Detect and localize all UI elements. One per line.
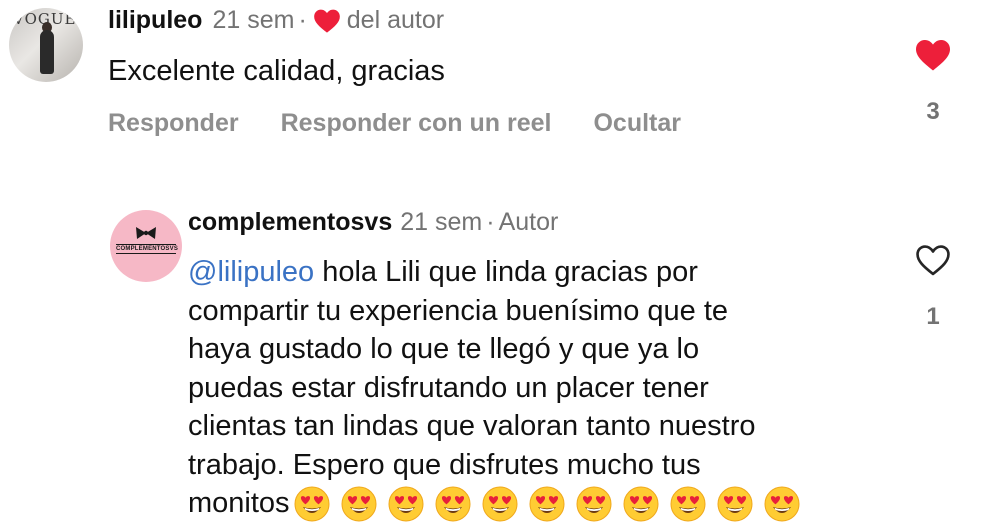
reply-line: @lilipuleo hola Lili que linda gracias p…	[188, 256, 698, 288]
author-badge: Autor	[498, 208, 559, 236]
reply-line: monitos	[188, 484, 811, 523]
reply-button[interactable]: Responder	[108, 109, 239, 138]
heart-eyes-emoji	[341, 486, 377, 522]
comment-text: Excelente calidad, gracias	[108, 55, 445, 87]
comment-header: lilipuleo 21 sem · del autor	[108, 6, 444, 35]
comment-time: 21 sem	[400, 208, 483, 236]
username[interactable]: complementosvs	[188, 208, 392, 237]
author-like-label: del autor	[346, 6, 445, 34]
avatar-lilipuleo[interactable]: VOGUE	[9, 8, 83, 82]
heart-eyes-emoji	[764, 486, 800, 522]
avatar-logo-text: COMPLEMENTOSVS	[116, 244, 179, 254]
emoji-row	[294, 486, 811, 522]
like-count: 3	[926, 98, 940, 125]
heart-eyes-emoji	[529, 486, 565, 522]
reply-with-reel-button[interactable]: Responder con un reel	[281, 109, 552, 138]
heart-eyes-emoji	[482, 486, 518, 522]
reply-line: compartir tu experiencia buenísimo que t…	[188, 294, 729, 327]
author-liked-heart-icon	[313, 9, 340, 33]
comment-time: 21 sem	[212, 6, 295, 34]
like-count: 1	[926, 303, 940, 330]
mention-link[interactable]: @lilipuleo	[188, 256, 314, 288]
comment-actions: Responder Responder con un reel Ocultar	[108, 109, 723, 138]
heart-eyes-emoji	[576, 486, 612, 522]
reply-header: complementosvs 21 sem · Autor	[188, 208, 558, 237]
reply-line: trabajo. Espero que disfrutes mucho tus	[188, 448, 701, 481]
separator-dot: ·	[298, 6, 307, 34]
heart-eyes-emoji	[670, 486, 706, 522]
heart-eyes-emoji	[623, 486, 659, 522]
heart-eyes-emoji	[294, 486, 330, 522]
bow-logo-icon	[136, 227, 156, 239]
avatar-complementosvs[interactable]: COMPLEMENTOSVS	[110, 210, 182, 282]
reply-line: puedas estar disfrutando un placer tener	[188, 371, 709, 404]
hide-button[interactable]: Ocultar	[593, 109, 681, 138]
heart-eyes-emoji	[435, 486, 471, 522]
reply-text: @lilipuleo hola Lili que linda gracias p…	[188, 253, 811, 523]
like-heart-filled-icon[interactable]	[914, 38, 952, 72]
heart-eyes-emoji	[717, 486, 753, 522]
separator-dot: ·	[486, 208, 495, 236]
reply-line: haya gustado lo que te llegó y que ya lo	[188, 333, 700, 365]
heart-eyes-emoji	[388, 486, 424, 522]
username[interactable]: lilipuleo	[108, 6, 202, 35]
like-heart-outline-icon[interactable]	[914, 243, 952, 277]
reply-line: clientas tan lindas que valoran tanto nu…	[188, 410, 756, 442]
